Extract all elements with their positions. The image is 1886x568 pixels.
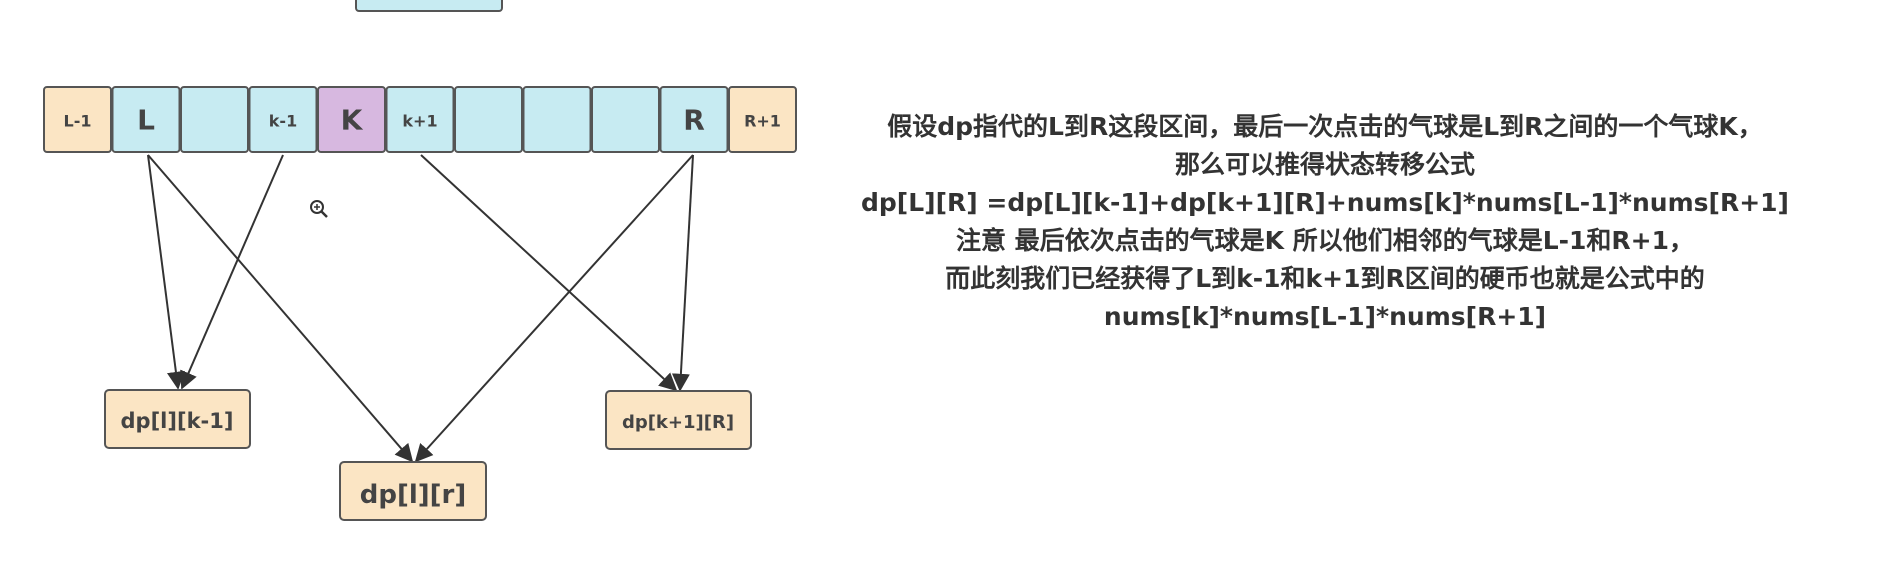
array-cell-label: L-1 — [64, 112, 92, 131]
explanation-line: 假设dp指代的L到R这段区间，最后一次点击的气球是L到R之间的一个气球K， — [887, 112, 1763, 141]
explanation-text: 假设dp指代的L到R这段区间，最后一次点击的气球是L到R之间的一个气球K， 那么… — [820, 108, 1830, 336]
formula-line: dp[L][R] =dp[L][k-1]+dp[k+1][R]+nums[k]*… — [861, 188, 1789, 217]
explanation-line: 而此刻我们已经获得了L到k-1和k+1到R区间的硬币也就是公式中的 — [945, 264, 1705, 293]
array-cell — [522, 86, 592, 153]
result-box-right: dp[k+1][R] — [605, 390, 752, 450]
result-box-left-label: dp[l][k-1] — [121, 409, 234, 433]
array-cell-label: k+1 — [402, 112, 437, 131]
formula-line: nums[k]*nums[L-1]*nums[R+1] — [1103, 302, 1547, 331]
arrow-l-to-dp-l-k-minus-1 — [147, 154, 185, 390]
zoom-in-cursor-icon — [310, 200, 328, 218]
explanation-line: 那么可以推得状态转移公式 — [1174, 150, 1475, 179]
top-partial-box — [355, 0, 503, 12]
balloon-array-row: L-1 Lk-1 Kk+1 R R+1 — [43, 86, 797, 153]
explanation-line: 注意 最后依次点击的气球是K 所以他们相邻的气球是L-1和R+1， — [955, 226, 1695, 255]
array-cell — [454, 86, 523, 153]
array-cell — [591, 86, 660, 153]
arrow-k-minus-1-to-dp-l-k-minus-1 — [180, 154, 284, 390]
result-box-center-label: dp[l][r] — [360, 480, 467, 510]
result-box-center: dp[l][r] — [339, 461, 487, 521]
arrow-k-plus-1-to-dp-k-plus-1-r — [420, 154, 678, 392]
result-box-right-label: dp[k+1][R] — [622, 412, 734, 433]
result-box-left: dp[l][k-1] — [104, 389, 251, 449]
array-cell — [180, 86, 249, 153]
array-cell-label: k-1 — [269, 112, 297, 131]
array-cell-label: R — [683, 104, 705, 137]
array-cell-label: R+1 — [744, 112, 781, 131]
array-cell-label: L — [137, 104, 155, 137]
arrow-r-to-dp-k-plus-1-r — [671, 154, 694, 392]
array-cell-label: K — [341, 104, 364, 137]
